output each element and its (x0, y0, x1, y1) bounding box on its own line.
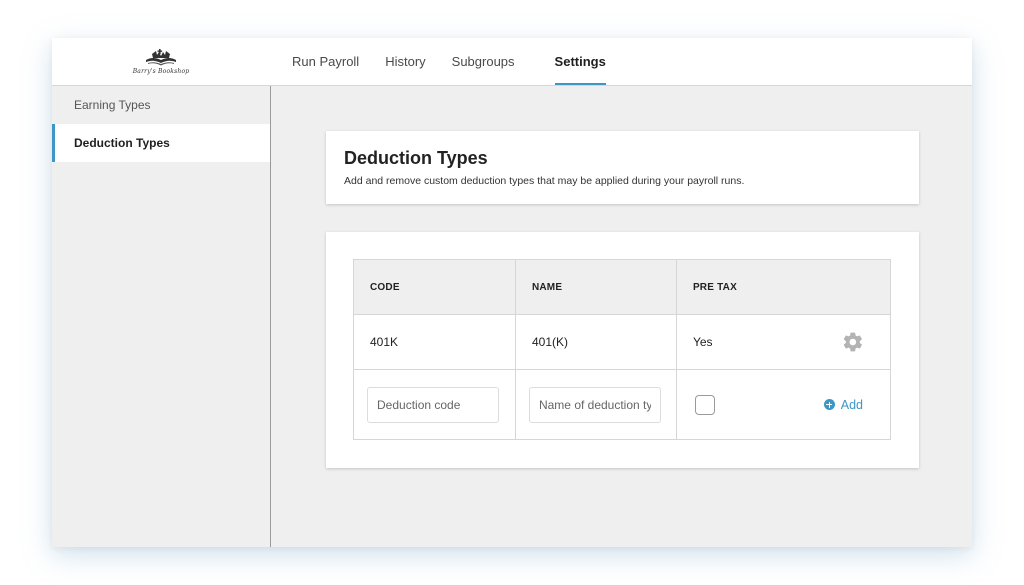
cell-pre-tax: Yes (675, 314, 892, 370)
cell-code-input (353, 369, 516, 440)
deduction-name-input[interactable] (528, 386, 661, 423)
column-header-pre-tax: PRE TAX (675, 259, 892, 315)
add-button-label: Add (840, 397, 863, 412)
brand-name: Barry's Bookshop (132, 68, 190, 75)
sidebar-item-earning-types[interactable]: Earning Types (52, 86, 270, 124)
tab-settings[interactable]: Settings (554, 38, 607, 86)
gear-icon[interactable] (842, 331, 864, 353)
top-bar: Barry's Bookshop Run Payroll History Sub… (52, 38, 972, 86)
pre-tax-value: Yes (692, 335, 713, 349)
page-subtitle: Add and remove custom deduction types th… (344, 175, 745, 187)
sidebar: Earning Types Deduction Types (52, 86, 271, 547)
add-button[interactable]: Add (823, 397, 863, 412)
deduction-types-table: CODE NAME PRE TAX 401K 401(K) Yes Deduct… (353, 259, 892, 440)
plus-circle-icon (823, 399, 835, 410)
bookshop-logo-icon (146, 49, 176, 66)
tab-run-payroll[interactable]: Run Payroll (292, 38, 359, 86)
table-header-row: CODE NAME PRE TAX (353, 259, 892, 315)
app-window: Barry's Bookshop Run Payroll History Sub… (52, 38, 972, 547)
tab-subgroups[interactable]: Subgroups (452, 38, 515, 86)
cell-pre-tax-input: Add (675, 369, 892, 440)
cell-code: 401K (353, 314, 516, 370)
column-header-code: CODE (353, 259, 516, 315)
sidebar-item-deduction-types[interactable]: Deduction Types (52, 124, 270, 162)
tab-history[interactable]: History (385, 38, 425, 86)
table-row: 401K 401(K) Yes (353, 314, 892, 370)
page-header-card: Deduction Types Add and remove custom de… (326, 131, 919, 204)
brand-logo[interactable]: Barry's Bookshop (52, 38, 270, 86)
column-header-name: NAME (514, 259, 677, 315)
cell-name: 401(K) (514, 314, 677, 370)
cell-name-input (514, 369, 677, 440)
deduction-code-input[interactable] (367, 386, 499, 423)
main-nav: Run Payroll History Subgroups Settings (292, 38, 607, 86)
deduction-table-card: CODE NAME PRE TAX 401K 401(K) Yes Deduct… (326, 232, 919, 468)
pre-tax-checkbox[interactable] (694, 394, 715, 415)
page-title: Deduction Types (344, 148, 488, 168)
new-deduction-row: Add (353, 369, 892, 440)
